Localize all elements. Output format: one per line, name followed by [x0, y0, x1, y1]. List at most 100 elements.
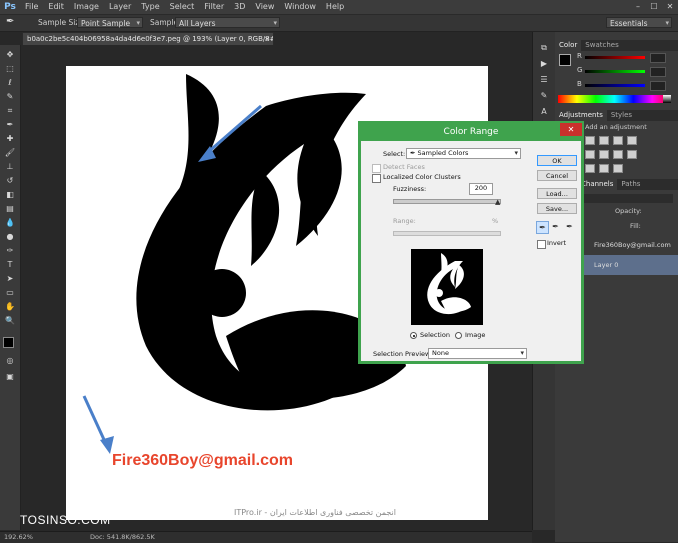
- move-tool-icon[interactable]: ✥: [3, 49, 17, 61]
- zoom-tool-icon[interactable]: 🔍: [3, 315, 17, 327]
- menu-layer[interactable]: Layer: [104, 0, 136, 14]
- channel-g-label: G: [577, 66, 583, 74]
- color-range-dialog: Color Range ✕ Select: ✒ Sampled Colors D…: [358, 121, 584, 364]
- window-close-button[interactable]: ✕: [662, 0, 678, 14]
- sample-dropdown[interactable]: All Layers: [175, 17, 280, 29]
- document-tab[interactable]: b0a0c2be5c404b06958a4da4d6e0f3e7.peg @ 1…: [22, 32, 274, 45]
- hue-adjust-icon[interactable]: [599, 150, 609, 159]
- color-balance-adjust-icon[interactable]: [613, 150, 623, 159]
- path-select-tool-icon[interactable]: ➤: [3, 273, 17, 285]
- properties-panel-icon[interactable]: ☰: [537, 74, 551, 86]
- tab-paths[interactable]: Paths: [617, 179, 644, 190]
- history-brush-icon[interactable]: ↺: [3, 175, 17, 187]
- red-slider[interactable]: [585, 56, 645, 59]
- selection-preview-dropdown[interactable]: None: [428, 348, 527, 359]
- actions-panel-icon[interactable]: ▶: [537, 58, 551, 70]
- detect-faces-checkbox[interactable]: [372, 164, 381, 173]
- tab-color[interactable]: Color: [555, 40, 582, 51]
- exposure-adjust-icon[interactable]: [627, 136, 637, 145]
- crop-tool-icon[interactable]: ⌗: [3, 105, 17, 117]
- posterize-adjust-icon[interactable]: [599, 164, 609, 173]
- character-panel-icon[interactable]: A: [537, 106, 551, 118]
- shape-tool-icon[interactable]: ▭: [3, 287, 17, 299]
- minimize-button[interactable]: –: [630, 0, 646, 14]
- fuzziness-slider-handle[interactable]: ▲: [495, 198, 500, 206]
- invert-adjust-icon[interactable]: [585, 164, 595, 173]
- curves-adjust-icon[interactable]: [613, 136, 623, 145]
- sample-size-dropdown[interactable]: Point Sample: [77, 17, 143, 29]
- invert-checkbox[interactable]: [537, 240, 546, 249]
- menu-view[interactable]: View: [250, 0, 279, 14]
- history-panel-icon[interactable]: ⧉: [537, 42, 551, 54]
- maximize-button[interactable]: ☐: [646, 0, 662, 14]
- tab-styles[interactable]: Styles: [607, 110, 636, 121]
- color-panel-foreground[interactable]: [559, 54, 571, 66]
- range-slider[interactable]: [393, 231, 501, 236]
- stamp-tool-icon[interactable]: ⊥: [3, 161, 17, 173]
- layer-row-layer0[interactable]: Layer 0: [580, 255, 678, 275]
- type-tool-icon[interactable]: T: [3, 259, 17, 271]
- eyedropper-icon[interactable]: ✒: [536, 221, 549, 234]
- tab-swatches[interactable]: Swatches: [581, 40, 622, 51]
- tab-adjustments[interactable]: Adjustments: [555, 110, 607, 121]
- save-button[interactable]: Save...: [537, 203, 577, 214]
- layer-row-email[interactable]: Fire360Boy@gmail.com: [580, 235, 678, 255]
- bw-adjust-icon[interactable]: [627, 150, 637, 159]
- document-close-icon[interactable]: ×: [264, 33, 270, 45]
- load-button[interactable]: Load...: [537, 188, 577, 199]
- brightness-adjust-icon[interactable]: [585, 136, 595, 145]
- threshold-adjust-icon[interactable]: [613, 164, 623, 173]
- fuzziness-input[interactable]: 200: [469, 183, 493, 195]
- menu-type[interactable]: Type: [136, 0, 164, 14]
- blue-slider[interactable]: [585, 84, 645, 87]
- watermark-left: TOSINSO.COM: [20, 513, 111, 527]
- dialog-close-button[interactable]: ✕: [560, 123, 582, 136]
- layer-filter-bar[interactable]: [583, 194, 673, 203]
- screen-mode-icon[interactable]: ▣: [3, 371, 17, 383]
- marquee-tool-icon[interactable]: ⬚: [3, 63, 17, 75]
- workspace-dropdown[interactable]: Essentials: [606, 17, 672, 29]
- green-value-field[interactable]: [650, 67, 666, 77]
- menu-file[interactable]: File: [20, 0, 43, 14]
- menu-edit[interactable]: Edit: [43, 0, 69, 14]
- zoom-level[interactable]: 192.62%: [4, 533, 33, 541]
- select-dropdown[interactable]: ✒ Sampled Colors: [406, 148, 521, 159]
- vibrance-adjust-icon[interactable]: [585, 150, 595, 159]
- menu-filter[interactable]: Filter: [199, 0, 229, 14]
- eyedropper-tool-icon[interactable]: ✒: [6, 16, 14, 27]
- selection-radio[interactable]: [410, 332, 417, 339]
- menu-help[interactable]: Help: [321, 0, 349, 14]
- image-radio[interactable]: [455, 332, 462, 339]
- pen-tool-icon[interactable]: ✑: [3, 245, 17, 257]
- localized-clusters-checkbox[interactable]: [372, 174, 381, 183]
- quick-select-tool-icon[interactable]: ✎: [3, 91, 17, 103]
- brush-panel-icon[interactable]: ✎: [537, 90, 551, 102]
- foreground-color-swatch[interactable]: [3, 337, 14, 348]
- cancel-button[interactable]: Cancel: [537, 170, 577, 181]
- eraser-tool-icon[interactable]: ◧: [3, 189, 17, 201]
- levels-adjust-icon[interactable]: [599, 136, 609, 145]
- color-spectrum[interactable]: [558, 95, 671, 103]
- blur-tool-icon[interactable]: 💧: [3, 217, 17, 229]
- menu-select[interactable]: Select: [165, 0, 200, 14]
- brush-tool-icon[interactable]: 🖌: [3, 147, 17, 159]
- gradient-tool-icon[interactable]: ▤: [3, 203, 17, 215]
- opacity-label: Opacity:: [615, 207, 642, 215]
- hand-tool-icon[interactable]: ✋: [3, 301, 17, 313]
- fuzziness-slider[interactable]: [393, 199, 501, 204]
- menu-window[interactable]: Window: [279, 0, 321, 14]
- red-value-field[interactable]: [650, 53, 666, 63]
- dodge-tool-icon[interactable]: ●: [3, 231, 17, 243]
- healing-brush-icon[interactable]: ✚: [3, 133, 17, 145]
- menu-3d[interactable]: 3D: [229, 0, 250, 14]
- add-eyedropper-icon[interactable]: ✒: [550, 221, 561, 232]
- subtract-eyedropper-icon[interactable]: ✒: [564, 221, 575, 232]
- menu-image[interactable]: Image: [69, 0, 104, 14]
- quick-mask-icon[interactable]: ◎: [3, 355, 17, 367]
- blue-value-field[interactable]: [650, 81, 666, 91]
- green-slider[interactable]: [585, 70, 645, 73]
- ok-button[interactable]: OK: [537, 155, 577, 166]
- lasso-tool-icon[interactable]: ℓ: [3, 77, 17, 89]
- adjustment-hint: Add an adjustment: [585, 123, 647, 131]
- eyedropper-icon[interactable]: ✒: [3, 119, 17, 131]
